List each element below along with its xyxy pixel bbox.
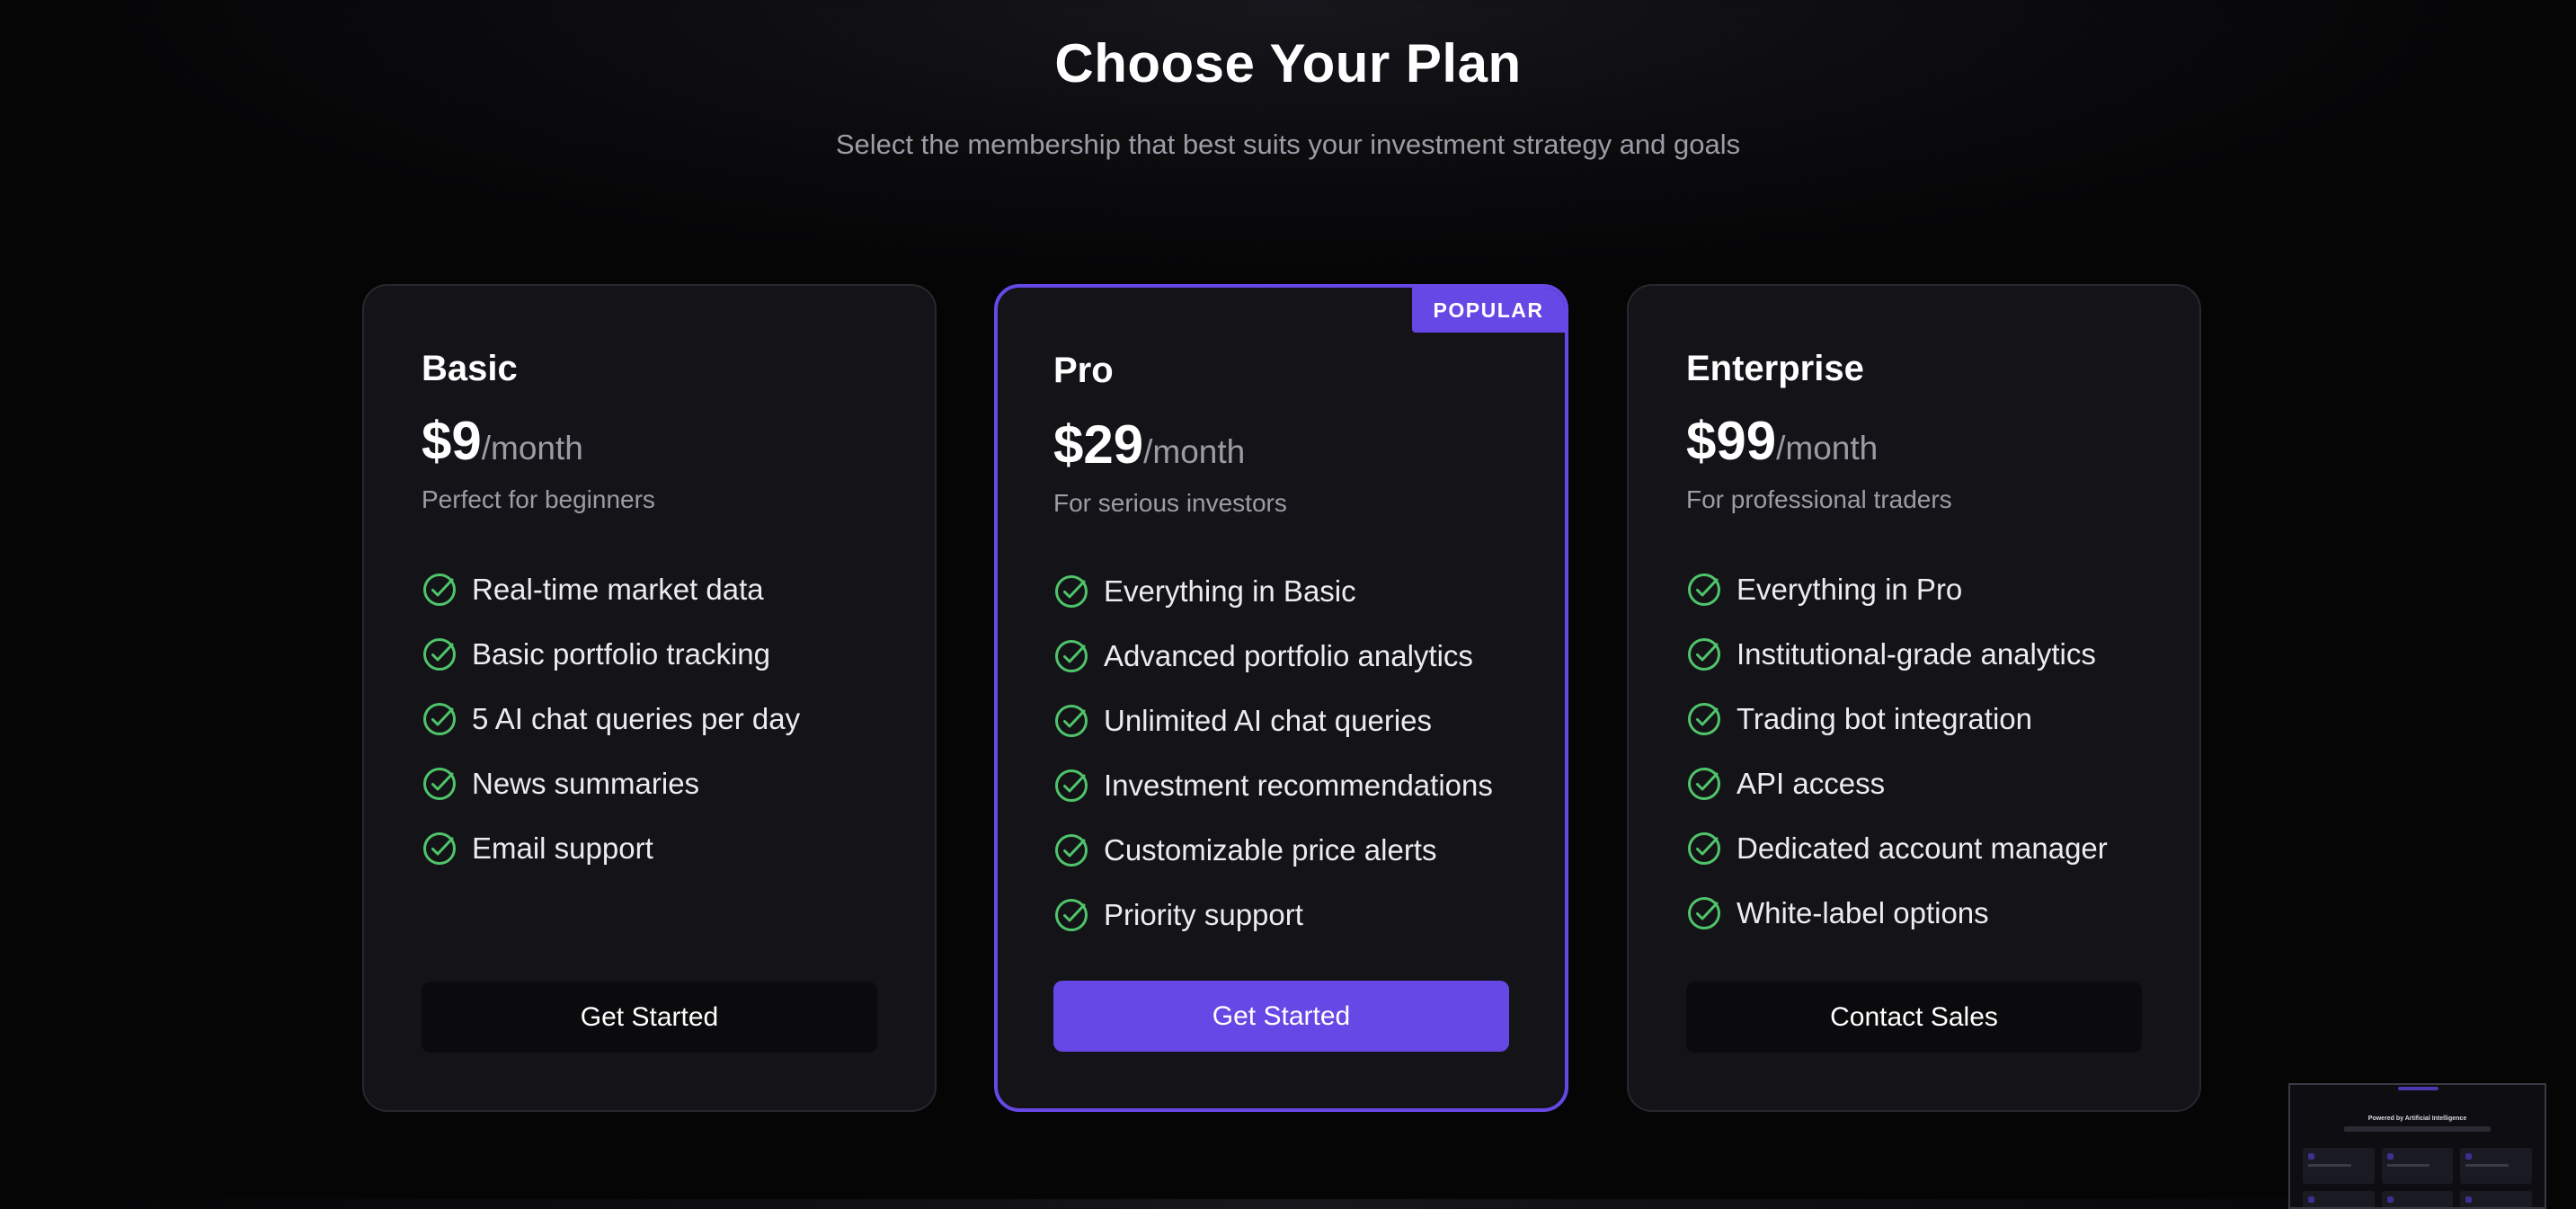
feature-item: Basic portfolio tracking: [422, 622, 800, 687]
check-circle-icon: [1686, 895, 1722, 931]
plan-card-basic: Basic $9 /month Perfect for beginners Re…: [362, 284, 937, 1112]
check-circle-icon: [422, 636, 457, 672]
check-circle-icon: [1053, 703, 1089, 739]
preview-feature-grid: [2303, 1148, 2532, 1207]
plan-name: Pro: [1053, 351, 1114, 390]
check-circle-icon: [1053, 573, 1089, 609]
get-started-button-basic[interactable]: Get Started: [422, 982, 877, 1053]
page-preview-thumbnail[interactable]: Powered by Artificial Intelligence: [2288, 1083, 2546, 1209]
price-row: $9 /month: [422, 410, 583, 472]
plan-price: $29: [1053, 414, 1144, 475]
check-circle-icon: [1686, 701, 1722, 737]
plan-tagline: For professional traders: [1686, 485, 1952, 513]
feature-item: Email support: [422, 816, 800, 881]
plan-name: Enterprise: [1686, 349, 1864, 388]
check-circle-icon: [422, 766, 457, 802]
popular-badge: POPULAR: [1412, 288, 1565, 333]
check-circle-icon: [1686, 636, 1722, 672]
page-title: Choose Your Plan: [1054, 33, 1522, 93]
feature-label: 5 AI chat queries per day: [472, 702, 801, 735]
feature-label: Advanced portfolio analytics: [1104, 639, 1473, 672]
feature-item: White-label options: [1686, 881, 2108, 946]
preview-tile: [2381, 1191, 2454, 1207]
feature-item: 5 AI chat queries per day: [422, 687, 800, 751]
price-row: $29 /month: [1053, 413, 1245, 476]
plan-period: /month: [481, 430, 583, 467]
preview-topbar: [2398, 1087, 2438, 1090]
page-subtitle: Select the membership that best suits yo…: [835, 129, 1741, 160]
check-circle-icon: [1053, 832, 1089, 868]
check-circle-icon: [1053, 768, 1089, 804]
preview-subtitle-line: [2344, 1126, 2491, 1132]
plan-tagline: For serious investors: [1053, 489, 1287, 517]
plan-price: $9: [422, 411, 482, 471]
feature-label: Everything in Basic: [1104, 574, 1356, 608]
feature-item: Advanced portfolio analytics: [1053, 624, 1493, 689]
feature-item: Everything in Basic: [1053, 559, 1493, 624]
plan-period: /month: [1776, 430, 1879, 467]
feature-label: Email support: [472, 831, 653, 865]
feature-item: Customizable price alerts: [1053, 818, 1493, 883]
feature-label: Basic portfolio tracking: [472, 637, 770, 671]
feature-item: News summaries: [422, 751, 800, 816]
get-started-button-pro[interactable]: Get Started: [1053, 981, 1509, 1052]
preview-tile: [2303, 1191, 2375, 1207]
plan-name: Basic: [422, 349, 518, 388]
feature-item: Unlimited AI chat queries: [1053, 689, 1493, 753]
feature-item: Investment recommendations: [1053, 753, 1493, 818]
feature-item: Dedicated account manager: [1686, 816, 2108, 881]
feature-label: Unlimited AI chat queries: [1104, 704, 1433, 737]
plan-card-enterprise: Enterprise $99 /month For professional t…: [1627, 284, 2201, 1112]
feature-label: API access: [1737, 767, 1886, 800]
check-circle-icon: [422, 572, 457, 608]
feature-label: Institutional-grade analytics: [1737, 637, 2096, 671]
feature-label: Trading bot integration: [1737, 702, 2032, 735]
check-circle-icon: [1053, 638, 1089, 674]
preview-tile: [2460, 1191, 2532, 1207]
feature-item: Institutional-grade analytics: [1686, 622, 2108, 687]
plan-tagline: Perfect for beginners: [422, 485, 655, 513]
feature-list: Everything in Pro Institutional-grade an…: [1686, 557, 2108, 946]
feature-label: Priority support: [1104, 898, 1303, 931]
feature-label: Customizable price alerts: [1104, 833, 1437, 867]
feature-item: Trading bot integration: [1686, 687, 2108, 751]
feature-label: Everything in Pro: [1737, 573, 1963, 606]
check-circle-icon: [1686, 831, 1722, 867]
feature-label: Investment recommendations: [1104, 769, 1493, 802]
preview-tile: [2303, 1148, 2375, 1184]
feature-label: White-label options: [1737, 896, 1989, 929]
check-circle-icon: [1053, 897, 1089, 933]
feature-item: Everything in Pro: [1686, 557, 2108, 622]
feature-item: Real-time market data: [422, 557, 800, 622]
plan-price: $99: [1686, 411, 1777, 471]
feature-list: Real-time market data Basic portfolio tr…: [422, 557, 800, 881]
feature-label: News summaries: [472, 767, 700, 800]
feature-item: Priority support: [1053, 883, 1493, 947]
feature-label: Dedicated account manager: [1737, 831, 2108, 865]
preview-tile: [2460, 1148, 2532, 1184]
plan-period: /month: [1143, 433, 1246, 470]
check-circle-icon: [1686, 766, 1722, 802]
preview-title: Powered by Artificial Intelligence: [2367, 1116, 2467, 1122]
feature-label: Real-time market data: [472, 573, 764, 606]
preview-tile: [2381, 1148, 2454, 1184]
check-circle-icon: [422, 831, 457, 867]
check-circle-icon: [422, 701, 457, 737]
feature-item: API access: [1686, 751, 2108, 816]
price-row: $99 /month: [1686, 410, 1878, 472]
feature-list: Everything in Basic Advanced portfolio a…: [1053, 559, 1493, 947]
check-circle-icon: [1686, 572, 1722, 608]
plan-card-pro: POPULAR Pro $29 /month For serious inves…: [994, 284, 1568, 1112]
contact-sales-button[interactable]: Contact Sales: [1686, 982, 2142, 1053]
